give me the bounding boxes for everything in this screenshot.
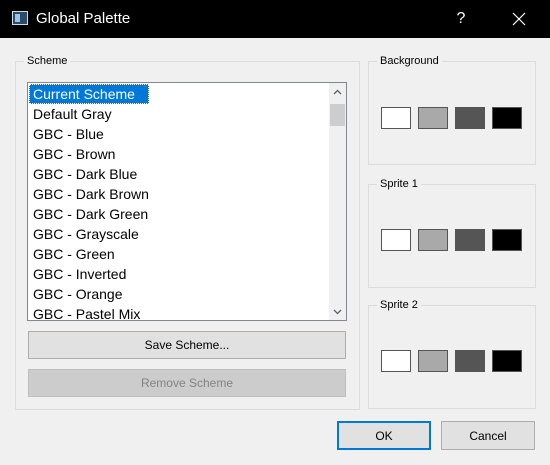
scheme-list-item[interactable]: GBC - Dark Blue (29, 164, 329, 184)
background-color-swatch-4[interactable] (492, 107, 522, 129)
sprite2-color-swatch-1[interactable] (381, 350, 411, 372)
sprite2-color-swatch-2[interactable] (418, 350, 448, 372)
window-app-icon (12, 11, 28, 25)
scheme-list-item[interactable]: GBC - Blue (29, 124, 329, 144)
sprite1-color-swatch-4[interactable] (492, 229, 522, 251)
scheme-list-item[interactable]: GBC - Dark Green (29, 204, 329, 224)
scroll-up-button[interactable] (329, 83, 346, 100)
scheme-list-item[interactable]: GBC - Inverted (29, 264, 329, 284)
scheme-list-item[interactable]: Current Scheme (29, 84, 149, 104)
scheme-group-label: Scheme (24, 54, 71, 68)
scheme-list-item[interactable]: GBC - Pastel Mix (29, 304, 329, 320)
scheme-list-item[interactable]: GBC - Dark Brown (29, 184, 329, 204)
scheme-list-item[interactable]: Default Gray (29, 104, 329, 124)
close-button[interactable] (496, 0, 542, 38)
cancel-button[interactable]: Cancel (441, 421, 535, 450)
scheme-list[interactable]: Current Scheme Default Gray GBC - Blue GBC … (27, 82, 347, 321)
remove-scheme-button[interactable]: Remove Scheme (28, 369, 346, 397)
scheme-list-item[interactable]: GBC - Orange (29, 284, 329, 304)
scheme-list-scrollbar[interactable] (329, 83, 346, 320)
scheme-list-items: Current Scheme Default Gray GBC - Blue GBC … (29, 84, 329, 320)
close-icon (512, 12, 526, 26)
help-button[interactable]: ? (438, 0, 484, 38)
sprite1-color-swatch-1[interactable] (381, 229, 411, 251)
background-color-swatch-1[interactable] (381, 107, 411, 129)
sprite1-color-swatch-2[interactable] (418, 229, 448, 251)
sprite1-group-label: Sprite 1 (377, 177, 421, 191)
scroll-thumb[interactable] (330, 104, 345, 126)
scroll-down-button[interactable] (329, 303, 346, 320)
sprite1-color-swatch-3[interactable] (455, 229, 485, 251)
scheme-list-item[interactable]: GBC - Green (29, 244, 329, 264)
title-bar[interactable]: Global Palette ? (0, 0, 550, 38)
sprite2-group-label: Sprite 2 (377, 298, 421, 312)
chevron-down-icon (333, 309, 342, 314)
ok-button[interactable]: OK (337, 421, 431, 450)
background-color-swatch-3[interactable] (455, 107, 485, 129)
save-scheme-button[interactable]: Save Scheme... (28, 331, 346, 359)
sprite2-color-swatch-4[interactable] (492, 350, 522, 372)
sprite2-color-swatch-3[interactable] (455, 350, 485, 372)
chevron-up-icon (333, 89, 342, 94)
scheme-list-item[interactable]: GBC - Brown (29, 144, 329, 164)
background-color-swatch-2[interactable] (418, 107, 448, 129)
background-group-label: Background (377, 54, 442, 68)
window-title: Global Palette (36, 10, 131, 27)
scheme-list-item[interactable]: GBC - Grayscale (29, 224, 329, 244)
